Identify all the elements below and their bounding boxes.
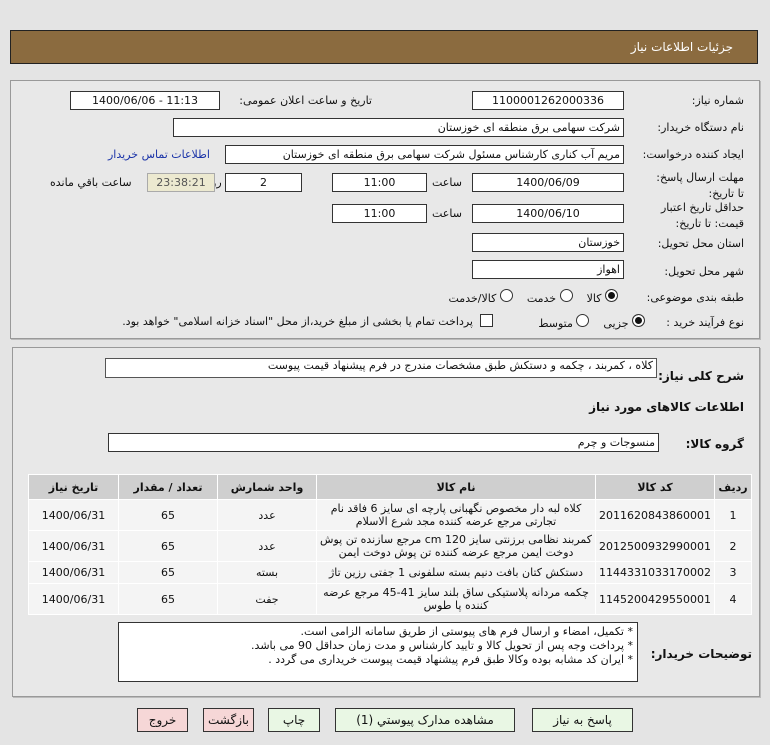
items-table: ردیف کد کالا نام کالا واحد شمارش تعداد /… xyxy=(27,474,752,615)
radio-service-label: خدمت xyxy=(526,292,557,305)
radio-medium-label: متوسط xyxy=(538,317,573,330)
note-line: * ایران کد مشابه بوده وکالا طبق فرم پیشن… xyxy=(268,653,633,666)
deadline-label: مهلت ارسال پاسخ: تا تاریخ: xyxy=(656,171,744,200)
item-code: 2012500932990001 xyxy=(595,530,715,562)
validity-time-field: 11:00 xyxy=(332,204,427,223)
row-number: 2 xyxy=(714,530,752,562)
table-header-row: ردیف کد کالا نام کالا واحد شمارش تعداد /… xyxy=(27,474,752,500)
city-field: اهواز xyxy=(472,260,624,279)
view-attachments-button[interactable]: مشاهده مدارک پیوستي (1) xyxy=(335,708,515,732)
days-remaining-field: 2 xyxy=(225,173,302,192)
announce-label: تاریخ و ساعت اعلان عمومی: xyxy=(239,94,372,107)
table-row: 1 2011620843860001 کلاه لبه دار مخصوص نگهب… xyxy=(27,499,752,531)
quantity: 65 xyxy=(118,499,219,531)
need-date: 1400/06/31 xyxy=(27,583,120,615)
quantity: 65 xyxy=(118,530,219,562)
creator-field: مریم آب کناری کارشناس مسئول شرکت سهامی ب… xyxy=(225,145,624,164)
table-row: 2 2012500932990001 کمربند نظامی برزنتی سای… xyxy=(27,530,752,562)
category-label: طبقه بندی موضوعی: xyxy=(646,291,744,304)
process-radio-group: جزیی متوسط xyxy=(538,314,645,330)
col-name: نام کالا xyxy=(316,474,597,500)
radio-medium[interactable] xyxy=(576,314,590,327)
back-button[interactable]: بازگشت xyxy=(203,708,254,732)
deadline-time-field: 11:00 xyxy=(332,173,427,192)
col-unit: واحد شمارش xyxy=(217,474,318,500)
item-code: 2011620843860001 xyxy=(595,499,715,531)
row-number: 1 xyxy=(714,499,752,531)
quantity: 65 xyxy=(118,583,219,615)
col-date: تاریخ نیاز xyxy=(27,474,120,500)
validity-label: حداقل تاریخ اعتبار قیمت: تا تاریخ: xyxy=(660,201,744,230)
buyer-field: شرکت سهامی برق منطقه ای خوزستان xyxy=(173,118,624,137)
province-label: استان محل تحویل: xyxy=(657,237,744,250)
unit: عدد xyxy=(217,499,318,531)
summary-label: شرح کلی نیاز: xyxy=(658,369,744,383)
need-number-field: 1100001262000336 xyxy=(472,91,624,110)
notes-label: توضیحات خریدار: xyxy=(650,647,752,661)
validity-time-label: ساعت xyxy=(432,207,462,220)
quantity: 65 xyxy=(118,561,219,584)
item-code: 1144331033170002 xyxy=(595,561,715,584)
note-line: * پرداخت وجه پس از تحویل کالا و تایید کا… xyxy=(251,639,633,652)
announce-field: 1400/06/06 - 11:13 xyxy=(70,91,220,110)
time-remaining-label: ساعت باقي مانده xyxy=(50,176,132,189)
reply-button[interactable]: پاسخ به نیاز xyxy=(532,708,633,732)
treasury-payment-label: پرداخت تمام یا بخشی از مبلغ خرید،از محل … xyxy=(122,315,473,328)
item-name: چکمه مردانه پلاستیکی ساق بلند سایز 41-45… xyxy=(316,583,597,615)
buyer-label: نام دستگاه خریدار: xyxy=(657,121,744,134)
row-number: 4 xyxy=(714,583,752,615)
buyer-contact-link[interactable]: اطلاعات تماس خریدار xyxy=(108,148,210,161)
item-name: کلاه لبه دار مخصوص نگهبانی پارچه ای سایز… xyxy=(316,499,597,531)
page-title: جزئیات اطلاعات نیاز xyxy=(630,40,733,54)
print-button[interactable]: چاپ xyxy=(268,708,320,732)
table-row: 3 1144331033170002 دستکش کتان بافت دنیم بس… xyxy=(27,561,752,584)
need-number-label: شماره نیاز: xyxy=(691,94,744,107)
radio-goods-service-label: کالا/خدمت xyxy=(448,292,497,305)
buyer-notes: * تکمیل، امضاء و ارسال فرم های پیوستی از… xyxy=(118,622,638,682)
category-radio-group: کالا خدمت کالا/خدمت xyxy=(448,289,618,305)
deadline-time-label: ساعت xyxy=(432,176,462,189)
summary-field: کلاه ، کمربند ، چکمه و دستکش طبق مشخصات … xyxy=(105,358,657,378)
radio-service[interactable] xyxy=(559,289,573,302)
row-number: 3 xyxy=(714,561,752,584)
radio-minor-label: جزیی xyxy=(603,317,629,330)
treasury-payment-checkbox[interactable] xyxy=(480,314,493,327)
exit-button[interactable]: خروج xyxy=(137,708,188,732)
process-label: نوع فرآیند خرید : xyxy=(666,316,744,329)
unit: بسته xyxy=(217,561,318,584)
col-qty: تعداد / مقدار xyxy=(118,474,219,500)
time-remaining-field: 23:38:21 xyxy=(147,173,215,192)
unit: عدد xyxy=(217,530,318,562)
city-label: شهر محل تحویل: xyxy=(664,265,744,278)
group-field: منسوجات و چرم xyxy=(108,433,659,452)
col-code: کد کالا xyxy=(595,474,715,500)
col-row: ردیف xyxy=(714,474,752,500)
need-date: 1400/06/31 xyxy=(27,530,120,562)
need-date: 1400/06/31 xyxy=(27,499,120,531)
item-name: کمربند نظامی برزنتی سایز 120 cm مرجع ساز… xyxy=(316,530,597,562)
group-label: گروه کالا: xyxy=(685,437,744,451)
items-title: اطلاعات کالاهای مورد نیاز xyxy=(589,400,744,414)
table-row: 4 1145200429550001 چکمه مردانه پلاستیکی سا… xyxy=(27,583,752,615)
radio-minor[interactable] xyxy=(632,314,645,327)
need-date: 1400/06/31 xyxy=(27,561,120,584)
radio-goods-label: کالا xyxy=(586,292,602,305)
item-name: دستکش کتان بافت دنیم بسته سلفونی 1 جفتی … xyxy=(316,561,597,584)
unit: جفت xyxy=(217,583,318,615)
page-header: جزئیات اطلاعات نیاز xyxy=(10,30,758,64)
province-field: خوزستان xyxy=(472,233,624,252)
validity-date-field: 1400/06/10 xyxy=(472,204,624,223)
note-line: * تکمیل، امضاء و ارسال فرم های پیوستی از… xyxy=(300,625,633,638)
deadline-date-field: 1400/06/09 xyxy=(472,173,624,192)
item-code: 1145200429550001 xyxy=(595,583,715,615)
radio-goods-service[interactable] xyxy=(499,289,513,302)
radio-goods[interactable] xyxy=(605,289,618,302)
creator-label: ایجاد کننده درخواست: xyxy=(642,148,744,161)
